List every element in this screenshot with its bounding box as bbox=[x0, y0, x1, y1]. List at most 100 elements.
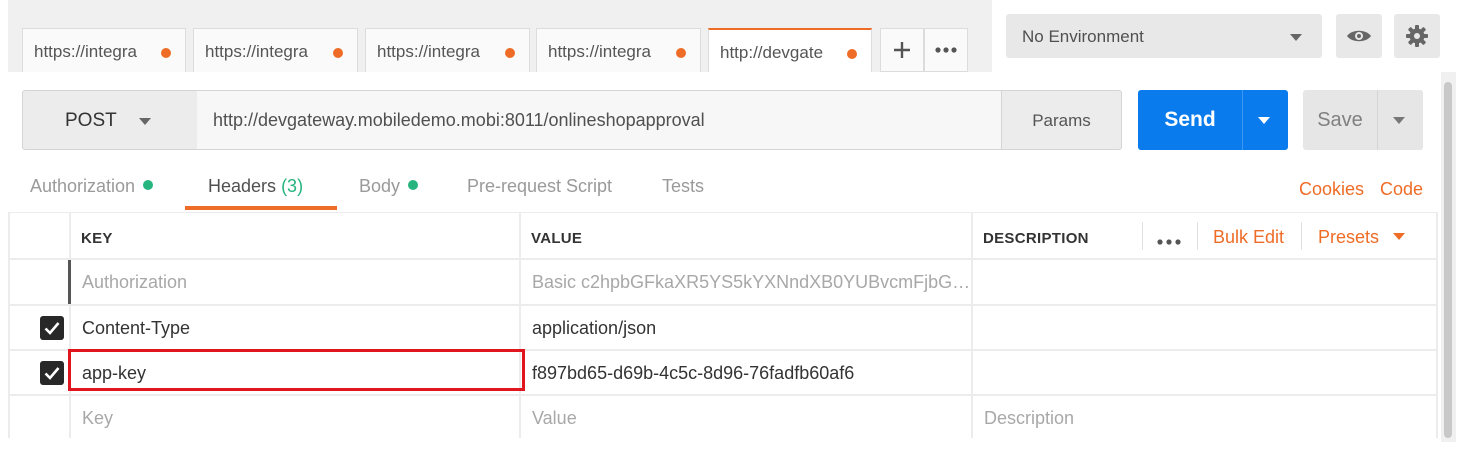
send-divider bbox=[1242, 90, 1243, 150]
tab-label: https://integra bbox=[34, 42, 138, 61]
tab-label: http://devgate bbox=[720, 43, 824, 62]
method-select[interactable]: POST bbox=[22, 90, 198, 150]
tab-authorization[interactable]: Authorization bbox=[30, 176, 154, 197]
header-key-text: Content-Type bbox=[82, 318, 191, 338]
description-placeholder: Description bbox=[984, 408, 1075, 428]
checkmark-icon bbox=[44, 367, 60, 380]
request-tab[interactable]: https://integra bbox=[193, 28, 358, 72]
headers-count-badge: (3) bbox=[281, 176, 304, 196]
status-dot-icon bbox=[143, 180, 154, 190]
request-tab[interactable]: https://integra bbox=[536, 28, 701, 72]
environment-quick-look-button[interactable] bbox=[1336, 14, 1382, 58]
unsaved-dot-icon bbox=[161, 48, 171, 58]
tab-body[interactable]: Body bbox=[359, 176, 419, 197]
column-header-value: VALUE bbox=[521, 213, 971, 258]
unsaved-dot-icon bbox=[676, 48, 686, 58]
checkmark-icon bbox=[44, 322, 60, 335]
header-key-cell[interactable]: Content-Type bbox=[71, 306, 519, 349]
eye-icon bbox=[1347, 30, 1371, 42]
header-description-cell[interactable] bbox=[973, 260, 1436, 304]
header-value-text: application/json bbox=[532, 318, 657, 338]
tab-authorization-label: Authorization bbox=[30, 176, 136, 196]
value-placeholder: Value bbox=[532, 408, 577, 428]
chevron-down-icon[interactable] bbox=[1393, 117, 1405, 124]
tab-options-button[interactable] bbox=[924, 28, 968, 72]
bottom-strip bbox=[0, 438, 1475, 465]
presets-dropdown[interactable]: Presets bbox=[1318, 227, 1379, 248]
tab-tests[interactable]: Tests bbox=[662, 176, 704, 197]
header-value-cell[interactable]: application/json bbox=[521, 306, 971, 349]
request-tab[interactable]: https://integra bbox=[365, 28, 530, 72]
new-header-description-input[interactable]: Description bbox=[973, 396, 1436, 438]
chevron-down-icon bbox=[139, 118, 151, 125]
new-header-value-input[interactable]: Value bbox=[521, 396, 971, 438]
header-key-text: Authorization bbox=[82, 272, 188, 292]
column-header-key-label: KEY bbox=[81, 230, 113, 247]
code-link[interactable]: Code bbox=[1380, 179, 1423, 200]
header-separator bbox=[1197, 222, 1198, 250]
unsaved-dot-icon bbox=[847, 49, 857, 59]
chevron-down-icon[interactable] bbox=[1393, 233, 1405, 240]
method-label: POST bbox=[65, 110, 117, 131]
key-placeholder: Key bbox=[82, 408, 114, 428]
request-tab-active[interactable]: http://devgate bbox=[708, 28, 872, 72]
tab-label: https://integra bbox=[377, 42, 481, 61]
column-header-value-label: VALUE bbox=[531, 230, 583, 247]
header-separator bbox=[1142, 222, 1143, 250]
request-tab[interactable]: https://integra bbox=[22, 28, 186, 72]
bulk-options-button[interactable] bbox=[1156, 233, 1182, 251]
header-description-cell[interactable] bbox=[973, 351, 1436, 394]
row-checkbox-cell bbox=[10, 306, 69, 349]
tab-tests-label: Tests bbox=[662, 176, 705, 196]
plus-icon bbox=[894, 42, 910, 58]
header-separator bbox=[1301, 222, 1302, 250]
settings-button[interactable] bbox=[1394, 14, 1440, 58]
unsaved-dot-icon bbox=[333, 48, 343, 58]
save-button[interactable]: Save bbox=[1303, 90, 1423, 150]
tab-prerequest-label: Pre-request Script bbox=[467, 176, 613, 196]
row-checkbox-cell bbox=[10, 396, 69, 438]
status-dot-icon bbox=[408, 180, 419, 190]
cookies-link[interactable]: Cookies bbox=[1299, 179, 1364, 200]
send-button[interactable]: Send bbox=[1138, 90, 1288, 150]
bulk-edit-link[interactable]: Bulk Edit bbox=[1213, 227, 1284, 248]
highlight-annotation-box bbox=[68, 349, 525, 391]
environment-label: No Environment bbox=[1022, 27, 1144, 46]
tab-headers[interactable]: Headers (3) bbox=[208, 176, 303, 197]
params-label: Params bbox=[1032, 111, 1091, 130]
send-label: Send bbox=[1164, 108, 1216, 131]
row-checkbox[interactable] bbox=[40, 361, 64, 385]
url-text: http://devgateway.mobiledemo.mobi:8011/o… bbox=[213, 110, 705, 130]
tab-prerequest-script[interactable]: Pre-request Script bbox=[467, 176, 612, 197]
table-header-checkbox-cell bbox=[10, 213, 69, 258]
more-dots-icon bbox=[1157, 239, 1181, 245]
scrollbar-thumb[interactable] bbox=[1444, 82, 1452, 438]
tab-headers-label: Headers bbox=[208, 176, 277, 196]
header-value-text: f897bd65-d69b-4c5c-8d96-76fadfb60af6 bbox=[532, 363, 855, 383]
new-header-key-input[interactable]: Key bbox=[71, 396, 519, 438]
header-value-cell[interactable]: f897bd65-d69b-4c5c-8d96-76fadfb60af6 bbox=[521, 351, 971, 394]
tab-body-label: Body bbox=[359, 176, 401, 196]
params-button[interactable]: Params bbox=[1001, 90, 1122, 150]
header-description-cell[interactable] bbox=[973, 306, 1436, 349]
row-checkbox[interactable] bbox=[40, 316, 64, 340]
header-key-cell[interactable]: Authorization bbox=[71, 260, 519, 304]
more-dots-icon bbox=[935, 47, 957, 53]
row-checkbox-cell bbox=[10, 351, 69, 394]
presets-label: Presets bbox=[1318, 227, 1380, 247]
url-input[interactable]: http://devgateway.mobiledemo.mobi:8011/o… bbox=[197, 90, 1002, 150]
save-label: Save bbox=[1317, 109, 1363, 131]
header-value-text: Basic c2hpbGFkaXR5YS5kYXNndXB0YUBvcmFjbG… bbox=[532, 272, 971, 292]
unsaved-dot-icon bbox=[505, 48, 515, 58]
tab-label: https://integra bbox=[548, 42, 652, 61]
chevron-down-icon[interactable] bbox=[1258, 117, 1270, 124]
header-value-cell[interactable]: Basic c2hpbGFkaXR5YS5kYXNndXB0YUBvcmFjbG… bbox=[521, 260, 971, 304]
gear-icon bbox=[1406, 25, 1428, 47]
chevron-down-icon bbox=[1290, 34, 1302, 41]
active-tab-indicator bbox=[185, 206, 337, 210]
column-header-description-label: DESCRIPTION bbox=[983, 230, 1089, 247]
column-header-key: KEY bbox=[71, 213, 519, 258]
new-tab-button[interactable] bbox=[880, 28, 924, 72]
row-checkbox-cell bbox=[10, 260, 71, 304]
environment-select[interactable]: No Environment bbox=[1006, 14, 1322, 58]
